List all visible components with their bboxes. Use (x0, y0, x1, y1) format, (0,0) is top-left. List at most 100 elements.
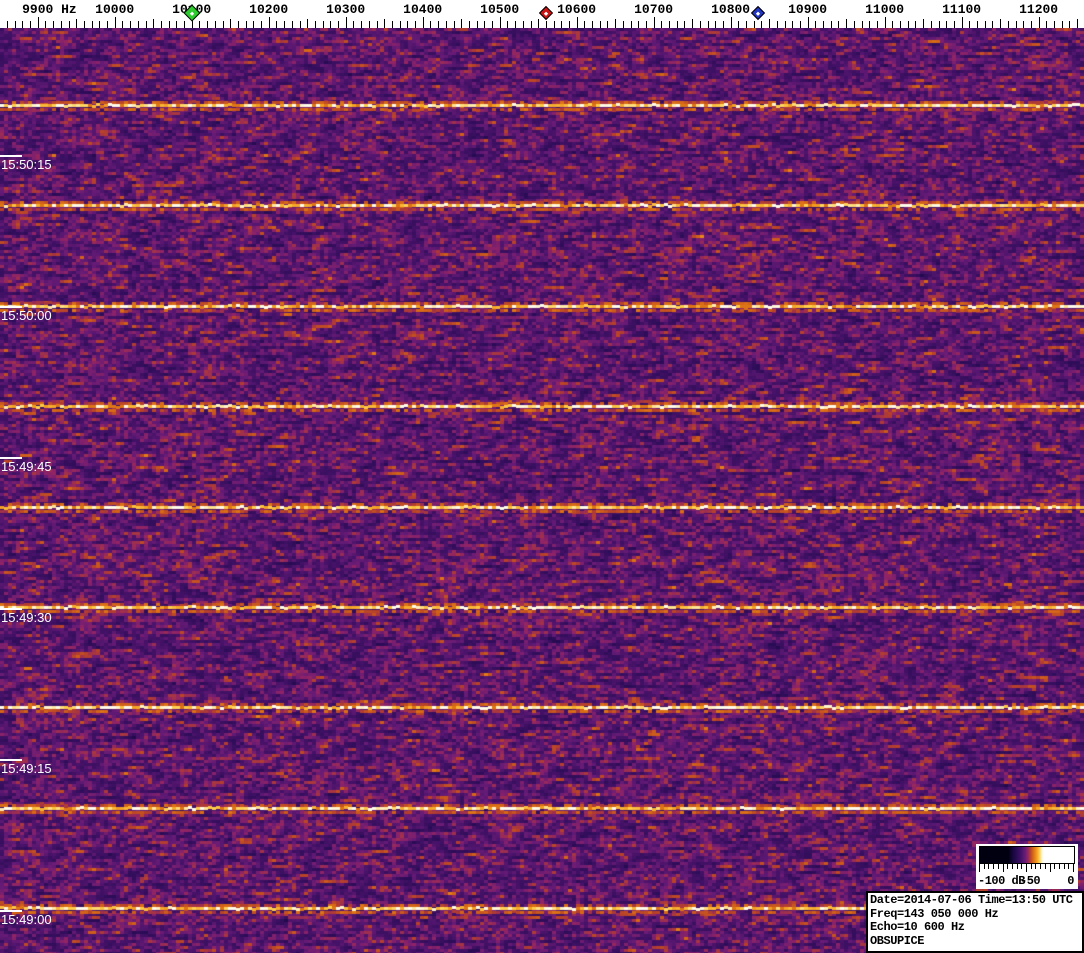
freq-minor-tick (438, 21, 440, 28)
freq-minor-tick (661, 21, 663, 28)
freq-minor-tick (545, 21, 547, 28)
frequency-ruler[interactable]: 9900 Hz100001010010200103001040010500106… (0, 0, 1084, 28)
freq-minor-tick (445, 21, 447, 28)
freq-minor-tick (207, 21, 209, 28)
freq-minor-tick (184, 21, 185, 28)
freq-minor-tick (130, 21, 132, 28)
freq-minor-tick (761, 21, 763, 28)
freq-minor-tick (692, 19, 694, 28)
freq-tick-label: 11200 (1019, 2, 1059, 17)
marker-center-dot (543, 10, 548, 16)
freq-minor-tick (145, 21, 147, 28)
freq-minor-tick (684, 21, 686, 28)
freq-minor-tick (299, 21, 301, 28)
freq-tick-label: 10900 (788, 2, 828, 17)
freq-minor-tick (122, 21, 124, 28)
freq-minor-tick (461, 19, 463, 28)
freq-minor-tick (261, 21, 262, 28)
observation-info-box: Date=2014-07-06 Time=13:50 UTC Freq=143 … (866, 891, 1084, 953)
freq-minor-tick (776, 21, 778, 28)
freq-major-tick (961, 17, 963, 28)
freq-minor-tick (923, 19, 925, 28)
legend-tick (1016, 864, 1018, 869)
legend-tick (1007, 864, 1009, 869)
freq-minor-tick (830, 21, 832, 28)
freq-minor-tick (376, 21, 378, 28)
freq-minor-tick (622, 21, 624, 28)
marker-blue-diamond-icon[interactable] (750, 5, 765, 21)
freq-tick-label: 10600 (557, 2, 597, 17)
freq-minor-tick (322, 21, 324, 28)
freq-minor-tick (14, 21, 16, 28)
freq-minor-tick (630, 21, 632, 28)
freq-minor-tick (615, 19, 617, 28)
freq-minor-tick (969, 21, 971, 28)
freq-minor-tick (314, 21, 316, 28)
legend-tick (993, 864, 995, 869)
legend-tick (1044, 864, 1046, 869)
freq-minor-tick (853, 21, 855, 28)
freq-minor-tick (222, 21, 224, 28)
legend-tick (1073, 864, 1074, 872)
freq-minor-tick (199, 21, 201, 28)
freq-minor-tick (1046, 21, 1048, 28)
freq-minor-tick (892, 21, 894, 28)
marker-center-dot (755, 10, 760, 16)
freq-minor-tick (237, 21, 239, 28)
freq-minor-tick (946, 21, 948, 28)
info-frequency: Freq=143 050 000 Hz (870, 906, 999, 921)
freq-minor-tick (6, 21, 8, 28)
freq-minor-tick (977, 21, 978, 28)
freq-minor-tick (83, 21, 85, 28)
freq-tick-label: 10500 (480, 2, 520, 17)
freq-tick-label: 10700 (634, 2, 674, 17)
freq-major-tick (1038, 17, 1040, 28)
freq-minor-tick (107, 21, 108, 28)
freq-minor-tick (468, 21, 470, 28)
freq-minor-tick (1007, 21, 1009, 28)
freq-minor-tick (1000, 19, 1002, 28)
legend-tick (1068, 864, 1070, 869)
freq-minor-tick (707, 21, 709, 28)
legend-label-min-db: -100 dB (978, 874, 1025, 888)
info-date-time: Date=2014-07-06 Time=13:50 UTC (870, 893, 1073, 907)
marker-red-diamond-icon[interactable] (538, 5, 553, 21)
freq-minor-tick (769, 19, 771, 28)
freq-minor-tick (68, 21, 70, 28)
freq-minor-tick (592, 21, 593, 28)
freq-minor-tick (1054, 21, 1055, 28)
freq-minor-tick (515, 21, 517, 28)
freq-minor-tick (1023, 21, 1025, 28)
freq-minor-tick (792, 21, 794, 28)
freq-minor-tick (938, 21, 940, 28)
legend-tick (1054, 864, 1056, 869)
freq-minor-tick (99, 21, 101, 28)
freq-minor-tick (753, 21, 755, 28)
freq-minor-tick (230, 19, 232, 28)
legend-tick (988, 864, 990, 869)
freq-minor-tick (415, 21, 416, 28)
freq-minor-tick (915, 21, 917, 28)
waterfall-display[interactable] (0, 28, 1084, 953)
freq-minor-tick (453, 21, 455, 28)
freq-minor-tick (953, 21, 955, 28)
freq-minor-tick (638, 21, 640, 28)
legend-tick (983, 864, 985, 869)
freq-tick-label: 9900 Hz (22, 2, 77, 17)
legend-tick (1002, 864, 1004, 872)
legend-label-mid-db: -50 (1020, 874, 1041, 888)
freq-minor-tick (861, 21, 863, 28)
freq-tick-label: 11000 (865, 2, 905, 17)
freq-major-tick (499, 17, 501, 28)
freq-minor-tick (645, 21, 647, 28)
freq-major-tick (884, 17, 886, 28)
freq-minor-tick (784, 21, 786, 28)
legend-label-max-db: 0 (1067, 874, 1074, 888)
freq-minor-tick (876, 21, 878, 28)
freq-minor-tick (900, 21, 901, 28)
legend-tick (1026, 864, 1027, 872)
freq-minor-tick (291, 21, 293, 28)
freq-tick-label: 11100 (942, 2, 982, 17)
freq-minor-tick (799, 21, 801, 28)
freq-minor-tick (746, 21, 747, 28)
